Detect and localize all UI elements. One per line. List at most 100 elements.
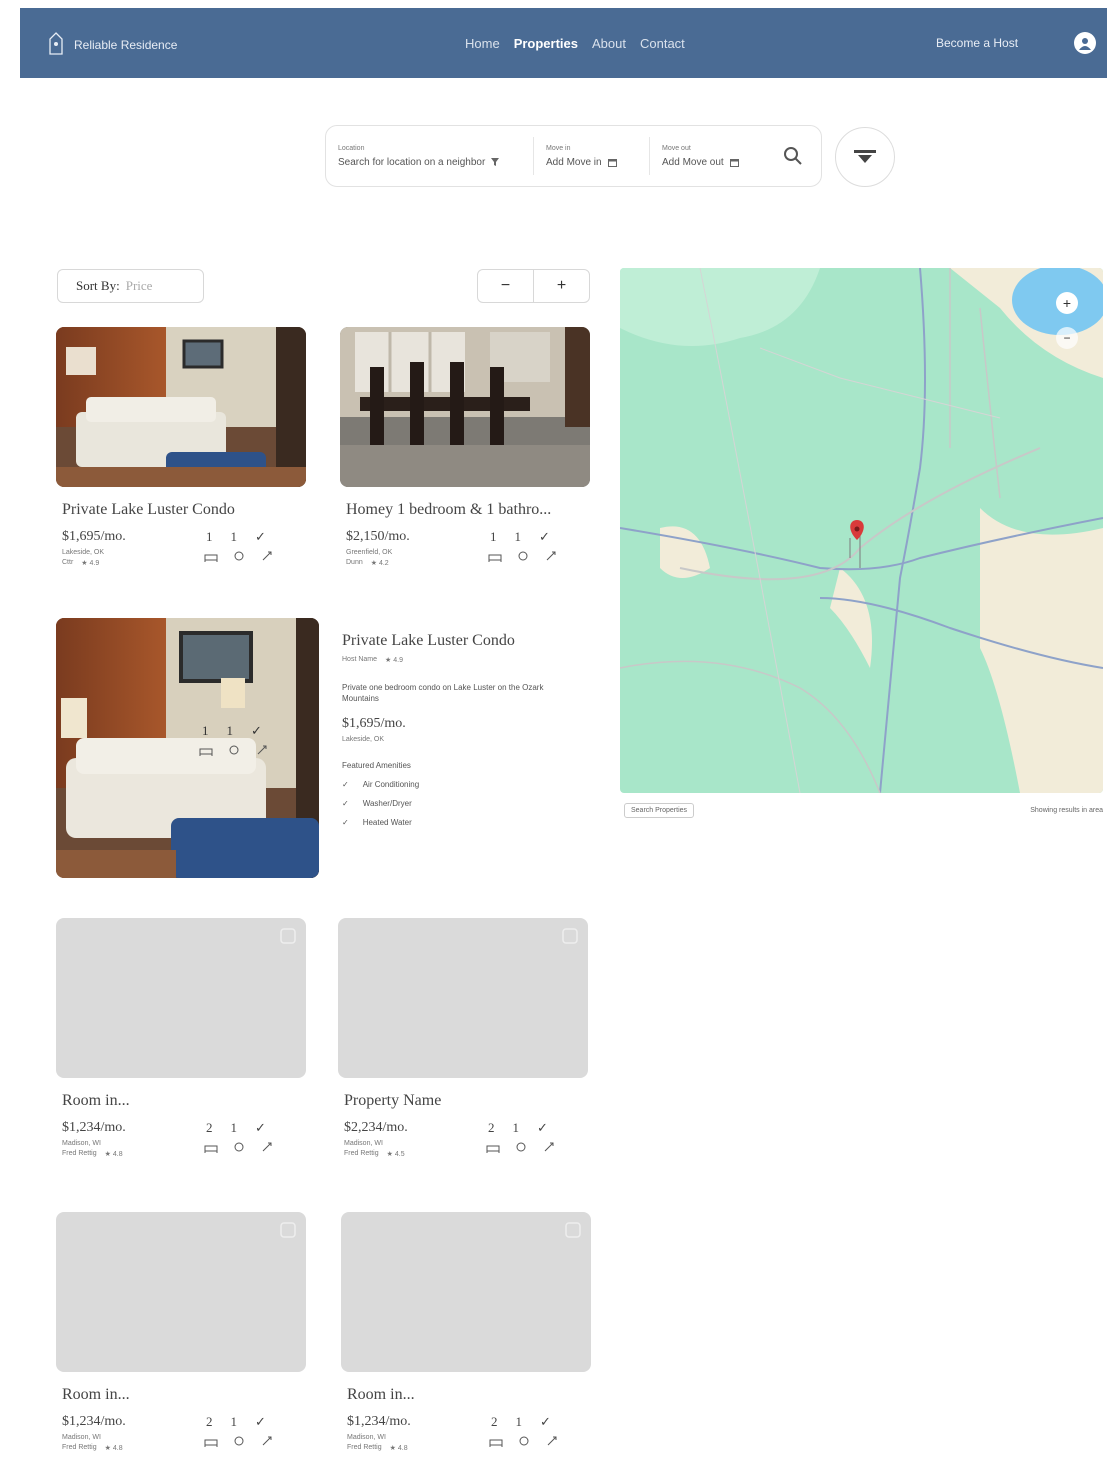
move-out-input[interactable]: Add Move out xyxy=(662,157,724,168)
property-card[interactable]: Homey 1 bedroom & 1 bathro... $2,150/mo.… xyxy=(340,327,590,575)
property-photo[interactable] xyxy=(340,327,590,487)
property-card[interactable]: Room in... $1,234/mo. Madison, WI Fred R… xyxy=(56,918,306,1166)
property-photo-placeholder[interactable] xyxy=(56,918,306,1078)
user-icon xyxy=(1079,38,1091,50)
bath-icon xyxy=(234,551,244,561)
property-title[interactable]: Room in... xyxy=(56,1386,306,1404)
property-card[interactable]: Room in... $1,234/mo. Madison, WI Fred R… xyxy=(341,1212,591,1460)
property-title[interactable]: Private Lake Luster Condo xyxy=(56,501,306,519)
filter-button[interactable] xyxy=(835,127,895,187)
property-card[interactable]: Property Name $2,234/mo. Madison, WI Fre… xyxy=(338,918,588,1166)
svg-text:−: − xyxy=(1063,331,1070,345)
increase-button[interactable]: + xyxy=(534,270,589,302)
amenity-item: ✓ Washer/Dryer xyxy=(342,799,412,809)
featured-title[interactable]: Private Lake Luster Condo xyxy=(342,632,592,650)
property-photo-placeholder[interactable] xyxy=(56,1212,306,1372)
check-icon: ✓ xyxy=(537,1120,548,1135)
link-icon xyxy=(257,745,267,755)
nav-properties[interactable]: Properties xyxy=(514,36,578,51)
property-card[interactable]: Private Lake Luster Condo $1,695/mo. Lak… xyxy=(56,327,306,575)
property-rating: 4.2 xyxy=(378,560,389,567)
link-icon xyxy=(262,1436,272,1446)
move-out-field[interactable]: Move out Add Move out xyxy=(650,137,766,175)
property-price: $2,234/mo. xyxy=(344,1120,408,1135)
bath-icon xyxy=(516,1142,526,1152)
bed-icon xyxy=(489,1439,503,1447)
property-rating: 4.8 xyxy=(112,1151,123,1158)
check-icon: ✓ xyxy=(255,1414,266,1429)
featured-property[interactable]: Private Lake Luster Condo Host Name ★ 4.9… xyxy=(56,618,591,880)
property-photo[interactable] xyxy=(56,327,306,487)
property-title[interactable]: Room in... xyxy=(341,1386,591,1404)
bed-count: 2 xyxy=(488,1120,495,1135)
link-icon xyxy=(262,1142,272,1152)
property-photo-placeholder[interactable] xyxy=(341,1212,591,1372)
property-title[interactable]: Property Name xyxy=(338,1092,588,1110)
property-type: Dunn xyxy=(346,559,363,566)
bath-count: 1 xyxy=(226,723,234,738)
map-footer: Search Properties Showing results in are… xyxy=(624,803,1103,823)
featured-rating: 4.9 xyxy=(393,657,403,664)
amenity-item: ✓ Heated Water xyxy=(342,818,412,828)
main-nav: Home Properties About Contact xyxy=(465,36,685,51)
property-price: $1,234/mo. xyxy=(347,1414,411,1429)
bath-count: 1 xyxy=(230,1414,238,1429)
bed-count: 1 xyxy=(490,529,497,544)
amenity-item: ✓ Air Conditioning xyxy=(342,780,420,790)
top-navbar: Reliable Residence Home Properties About… xyxy=(20,8,1107,78)
user-avatar[interactable] xyxy=(1074,32,1096,54)
bath-icon xyxy=(229,745,239,755)
map-filter-dropdown[interactable]: Search Properties xyxy=(624,803,695,818)
featured-photo[interactable] xyxy=(56,618,319,878)
property-rating: 4.8 xyxy=(112,1445,123,1452)
nav-home[interactable]: Home xyxy=(465,36,500,51)
favorite-icon[interactable] xyxy=(280,1222,296,1238)
become-host-link[interactable]: Become a Host xyxy=(936,36,1018,50)
location-label: Location xyxy=(338,144,365,152)
property-title[interactable]: Room in... xyxy=(56,1092,306,1110)
featured-price: $1,695/mo. xyxy=(342,716,406,732)
bath-count: 1 xyxy=(230,529,238,544)
bed-count: 1 xyxy=(202,723,209,738)
property-type: Fred Rettig xyxy=(347,1444,382,1451)
location-input[interactable]: Search for location on a neighbor xyxy=(338,157,485,168)
link-icon xyxy=(544,1142,554,1152)
brand-logo[interactable]: Reliable Residence xyxy=(48,32,177,58)
link-icon xyxy=(546,551,556,561)
bed-count: 2 xyxy=(491,1414,498,1429)
search-icon xyxy=(784,147,802,165)
location-field[interactable]: Location Search for location on a neighb… xyxy=(326,137,534,175)
move-in-input[interactable]: Add Move in xyxy=(546,157,602,168)
funnel-icon xyxy=(491,158,500,166)
property-card[interactable]: Room in... $1,234/mo. Madison, WI Fred R… xyxy=(56,1212,306,1460)
featured-location: Lakeside, OK xyxy=(342,736,385,744)
property-title[interactable]: Homey 1 bedroom & 1 bathro... xyxy=(340,501,590,519)
move-in-field[interactable]: Move in Add Move in xyxy=(534,137,650,175)
nav-about[interactable]: About xyxy=(592,36,626,51)
check-icon: ✓ xyxy=(255,1120,266,1135)
move-out-label: Move out xyxy=(662,144,691,152)
bed-count: 2 xyxy=(206,1120,213,1135)
property-type: Fred Rettig xyxy=(62,1150,97,1157)
featured-description: Private one bedroom condo on Lake Luster… xyxy=(342,683,544,704)
sort-by-dropdown[interactable]: Sort By: Price xyxy=(57,269,204,303)
property-type: Cttr xyxy=(62,559,74,566)
move-in-label: Move in xyxy=(546,144,571,152)
check-icon: ✓ xyxy=(342,818,349,828)
favorite-icon[interactable] xyxy=(280,928,296,944)
search-button[interactable] xyxy=(780,143,806,169)
decrease-button[interactable]: − xyxy=(478,270,534,302)
bath-count: 1 xyxy=(515,1414,523,1429)
favorite-icon[interactable] xyxy=(565,1222,581,1238)
nav-contact[interactable]: Contact xyxy=(640,36,685,51)
bed-icon xyxy=(204,1145,218,1153)
bath-count: 1 xyxy=(512,1120,520,1135)
property-photo-placeholder[interactable] xyxy=(338,918,588,1078)
bed-count: 1 xyxy=(206,529,213,544)
bed-icon xyxy=(199,748,213,756)
bed-icon xyxy=(488,554,502,562)
bath-count: 1 xyxy=(230,1120,238,1135)
favorite-icon[interactable] xyxy=(562,928,578,944)
map-view[interactable]: + − xyxy=(620,268,1103,793)
property-type: Fred Rettig xyxy=(344,1150,379,1157)
